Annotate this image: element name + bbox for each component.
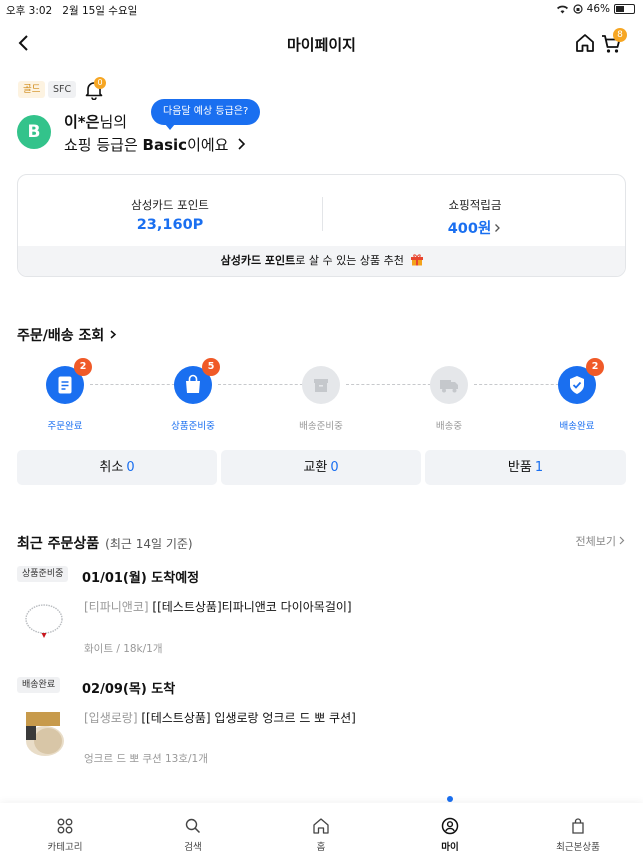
selected-tab-indicator — [447, 796, 453, 802]
chevron-right-icon — [110, 330, 117, 339]
next-grade-tooltip[interactable]: 다음달 예상 등급은? — [151, 99, 261, 130]
cart-count-badge: 8 — [613, 28, 627, 42]
product-option: 엉크르 드 뽀 쿠션 13호/1개 — [84, 753, 208, 765]
step-shipping[interactable]: 배송중 — [409, 366, 489, 432]
order-section-link[interactable]: 주문/배송 조회 — [17, 325, 118, 345]
orientation-lock-icon — [573, 4, 583, 14]
point-recommend-banner[interactable]: 삼성카드 포인트로 살 수 있는 상품 추천 — [18, 246, 625, 276]
product-option: 화이트 / 18k/1개 — [84, 643, 163, 655]
step-delivered[interactable]: 2 배송완료 — [537, 358, 617, 432]
points-card: 삼성카드 포인트 23,160P 쇼핑적립금 400원 삼성카드 포인트로 살 … — [17, 174, 626, 277]
order-status-badge: 배송완료 — [17, 677, 61, 693]
avatar: B — [17, 115, 51, 149]
grade-tag-sfc: SFC — [48, 81, 77, 98]
cushion-thumbnail[interactable] — [18, 708, 70, 760]
chevron-right-icon — [495, 224, 501, 232]
tab-recently-viewed[interactable]: 최근본상품 — [518, 817, 638, 853]
step-preparing-shipment[interactable]: 배송준비중 — [281, 366, 361, 432]
top-nav: 마이페이지 8 — [0, 28, 643, 60]
battery-icon — [614, 4, 635, 14]
battery-percent: 46% — [586, 3, 610, 15]
return-button[interactable]: 반품 1 — [425, 450, 626, 485]
user-circle-icon — [441, 817, 459, 835]
wifi-icon — [556, 5, 568, 14]
bottom-tab-bar: 카테고리 검색 홈 마이 최근본상품 — [0, 803, 643, 858]
arrival-date: 01/01(월) 도착예정 — [82, 571, 200, 586]
view-all-link[interactable]: 전체보기 — [576, 533, 626, 549]
truck-icon — [440, 380, 458, 393]
status-time: 오후 3:02 2월 15일 수요일 — [6, 5, 138, 17]
grade-link[interactable]: 쇼핑 등급은 Basic이에요 — [64, 134, 248, 155]
shopping-point[interactable]: 쇼핑적립금 400원 — [323, 197, 625, 238]
user-name: 이*은님의 — [64, 113, 128, 131]
tab-home[interactable]: 홈 — [261, 817, 381, 853]
cancel-button[interactable]: 취소 0 — [17, 450, 217, 485]
exchange-button[interactable]: 교환 0 — [221, 450, 421, 485]
step-preparing-product[interactable]: 5 상품준비중 — [153, 358, 233, 432]
product-name[interactable]: [입생로랑] [[테스트상품] 입생로랑 엉크르 드 뽀 쿠션] — [84, 709, 356, 726]
tab-category[interactable]: 카테고리 — [5, 817, 125, 853]
necklace-thumbnail[interactable] — [18, 598, 70, 650]
chevron-right-icon — [238, 138, 246, 150]
product-name[interactable]: [티파니앤코] [[테스트상품]티파니앤코 다이아목걸이] — [84, 598, 352, 615]
shopping-bag-icon — [572, 818, 584, 834]
samsung-card-point[interactable]: 삼성카드 포인트 23,160P — [18, 197, 322, 233]
home-icon[interactable] — [574, 32, 596, 54]
status-bar: 오후 3:02 2월 15일 수요일 46% — [0, 0, 643, 18]
tab-my[interactable]: 마이 — [390, 817, 510, 853]
grade-tag-gold: 골드 — [18, 81, 46, 98]
step-order-complete[interactable]: 2 주문완료 — [25, 358, 105, 432]
home-icon — [313, 818, 329, 834]
box-icon — [314, 379, 328, 392]
gift-icon — [411, 254, 424, 266]
notification-badge: 0 — [94, 77, 106, 89]
order-status-badge: 상품준비중 — [17, 566, 69, 582]
grid-icon — [57, 818, 73, 834]
tab-search[interactable]: 검색 — [133, 817, 253, 853]
page-title: 마이페이지 — [286, 36, 356, 54]
recent-orders-title: 최근 주문상품 (최근 14일 기준) — [17, 536, 193, 552]
search-icon — [185, 818, 201, 834]
arrival-date: 02/09(목) 도착 — [82, 682, 176, 697]
chevron-right-icon — [619, 536, 625, 545]
